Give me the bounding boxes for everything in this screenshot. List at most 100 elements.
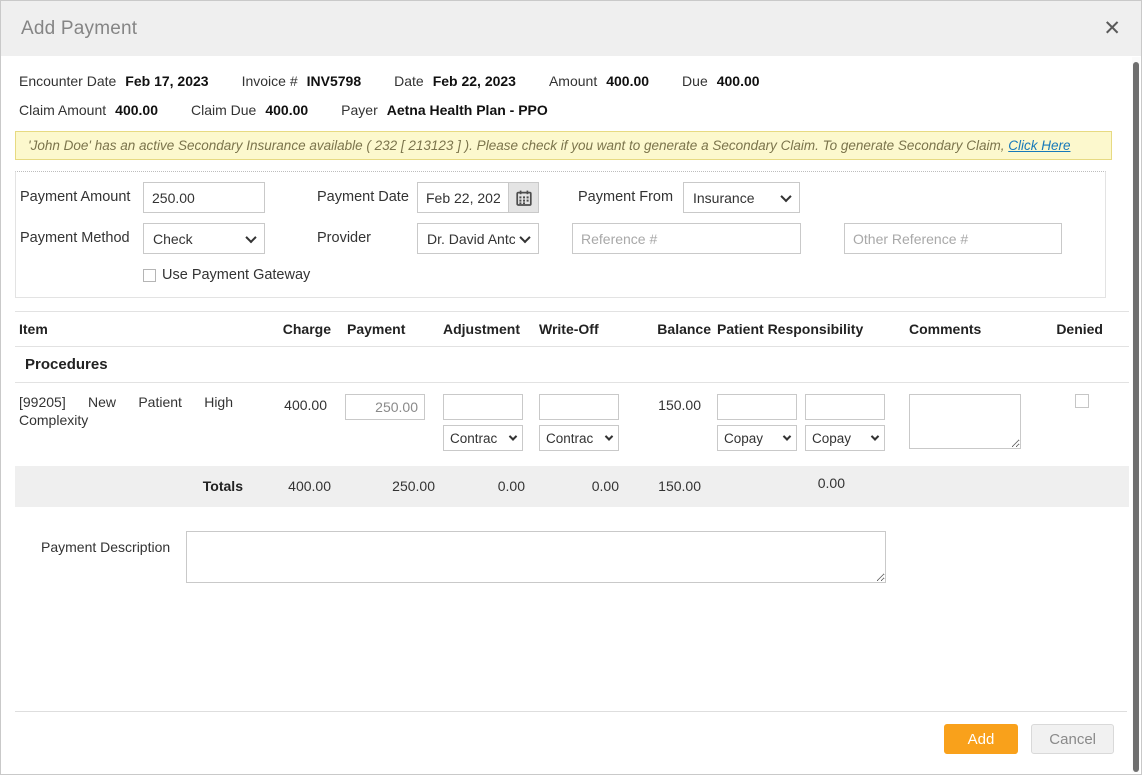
encounter-date-label: Encounter Date [19,73,116,89]
banner-text: 'John Doe' has an active Secondary Insur… [28,138,1008,153]
col-item: Item [15,321,267,337]
col-adjustment: Adjustment [443,321,539,337]
summary-row-1: Encounter Date Feb 17, 2023 Invoice # IN… [19,73,1123,89]
provider-select[interactable]: Dr. David Antc [417,223,539,254]
payment-input[interactable] [345,394,425,420]
chevron-down-icon [519,231,530,242]
payer-label: Payer [341,102,378,118]
claim-due-label: Claim Due [191,102,256,118]
secondary-insurance-banner: 'John Doe' has an active Secondary Insur… [15,131,1112,160]
col-payment: Payment [331,321,443,337]
date-label: Date [394,73,424,89]
col-balance: Balance [639,321,711,337]
totals-payment: 250.00 [331,478,443,494]
patient-responsibility-input-2[interactable] [805,394,885,420]
chevron-down-icon [509,432,517,440]
payment-date-input[interactable] [417,182,509,213]
amount-value: 400.00 [606,73,649,89]
add-button[interactable]: Add [944,724,1019,754]
payer-pair: Payer Aetna Health Plan - PPO [341,102,548,118]
table-row: [99205] New Patient High Complexity 400.… [15,383,1129,462]
writeoff-type-select[interactable]: Contrac [539,425,619,451]
claim-amount-pair: Claim Amount 400.00 [19,102,158,118]
payment-from-select[interactable]: Insurance [683,182,800,213]
close-icon[interactable]: ✕ [1103,18,1121,39]
claim-amount-label: Claim Amount [19,102,106,118]
chevron-down-icon [871,432,879,440]
adjustment-cell: Contrac [443,394,539,451]
col-comments: Comments [897,321,1027,337]
due-pair: Due 400.00 [682,73,760,89]
payment-description-textarea[interactable] [186,531,886,583]
calendar-icon[interactable] [509,182,539,213]
claim-due-pair: Claim Due 400.00 [191,102,308,118]
payment-amount-label: Payment Amount [20,189,130,205]
patient-responsibility-type-select-1[interactable]: Copay [717,425,797,451]
chevron-down-icon [245,231,256,242]
payment-description-section: Payment Description [41,531,1141,583]
totals-charge: 400.00 [267,478,331,494]
patient-responsibility-input-1[interactable] [717,394,797,420]
patient-responsibility-cell: Copay Copay [711,394,897,451]
summary-row-2: Claim Amount 400.00 Claim Due 400.00 Pay… [19,102,1123,118]
invoice-label: Invoice # [242,73,298,89]
chevron-down-icon [783,432,791,440]
payment-method-select[interactable]: Check [143,223,265,254]
date-value: Feb 22, 2023 [433,73,516,89]
chevron-down-icon [780,190,791,201]
payment-method-label: Payment Method [20,230,130,246]
denied-checkbox[interactable] [1075,394,1089,408]
comments-textarea[interactable] [909,394,1021,449]
cancel-button[interactable]: Cancel [1031,724,1114,754]
date-pair: Date Feb 22, 2023 [394,73,516,89]
encounter-date-value: Feb 17, 2023 [125,73,208,89]
totals-patient-responsibility: 0.00 [711,475,897,491]
due-label: Due [682,73,708,89]
totals-row: Totals 400.00 250.00 0.00 0.00 150.00 0.… [15,466,1129,507]
col-patient-responsibility: Patient Responsibility [711,321,897,337]
denied-cell [1027,394,1129,411]
encounter-date-pair: Encounter Date Feb 17, 2023 [19,73,209,89]
col-denied: Denied [1027,321,1129,337]
group-header-procedures: Procedures [15,347,1129,383]
patient-responsibility-type-select-2[interactable]: Copay [805,425,885,451]
encounter-summary: Encounter Date Feb 17, 2023 Invoice # IN… [1,56,1141,118]
click-here-link[interactable]: Click Here [1008,138,1070,153]
totals-writeoff: 0.00 [539,478,639,494]
dialog-header: Add Payment ✕ [1,1,1141,56]
writeoff-input[interactable] [539,394,619,420]
items-table: Item Charge Payment Adjustment Write-Off… [15,311,1129,507]
totals-label: Totals [15,478,267,494]
due-value: 400.00 [717,73,760,89]
adjustment-input[interactable] [443,394,523,420]
invoice-pair: Invoice # INV5798 [242,73,362,89]
use-payment-gateway-checkbox[interactable] [143,269,156,282]
other-reference-input[interactable] [844,223,1062,254]
amount-pair: Amount 400.00 [549,73,649,89]
scrollbar-thumb[interactable] [1133,62,1139,772]
payment-from-label: Payment From [578,189,673,205]
claim-due-value: 400.00 [265,102,308,118]
col-charge: Charge [267,321,331,337]
comments-cell [897,394,1027,452]
payment-description-label: Payment Description [41,531,170,583]
payment-date-group [417,182,539,213]
payment-date-label: Payment Date [317,189,409,205]
totals-adjustment: 0.00 [443,478,539,494]
vertical-scrollbar[interactable] [1132,57,1140,773]
procedure-item-text: [99205] New Patient High Complexity [15,394,233,429]
totals-balance: 150.00 [639,478,711,494]
reference-input[interactable] [572,223,801,254]
payment-amount-input[interactable] [143,182,265,213]
table-header-row: Item Charge Payment Adjustment Write-Off… [15,311,1129,347]
chevron-down-icon [605,432,613,440]
claim-amount-value: 400.00 [115,102,158,118]
page-title: Add Payment [21,18,137,40]
add-payment-dialog: Add Payment ✕ Encounter Date Feb 17, 202… [0,0,1142,775]
balance-value: 150.00 [639,394,711,413]
adjustment-type-select[interactable]: Contrac [443,425,523,451]
payment-form: Payment Amount Payment Date Payment From… [15,171,1106,298]
writeoff-cell: Contrac [539,394,639,451]
payer-value: Aetna Health Plan - PPO [387,102,548,118]
payment-gateway-row: Use Payment Gateway [143,267,310,283]
